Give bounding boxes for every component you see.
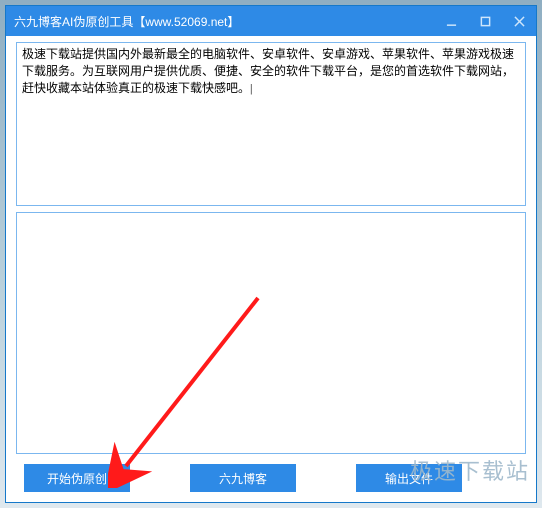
titlebar: 六九博客AI伪原创工具【www.52069.net】 [6, 6, 536, 36]
window-body: 开始伪原创 六九博客 输出文件 [6, 36, 536, 502]
maximize-icon [480, 16, 491, 27]
app-window: 六九博客AI伪原创工具【www.52069.net】 开始伪原创 六九博客 输出… [5, 5, 537, 503]
start-button[interactable]: 开始伪原创 [24, 464, 130, 492]
window-title: 六九博客AI伪原创工具【www.52069.net】 [14, 13, 239, 30]
export-button[interactable]: 输出文件 [356, 464, 462, 492]
button-row: 开始伪原创 六九博客 输出文件 [16, 460, 526, 494]
input-textarea[interactable] [16, 42, 526, 206]
output-textarea[interactable] [16, 212, 526, 454]
minimize-button[interactable] [434, 6, 468, 36]
close-icon [514, 16, 525, 27]
maximize-button[interactable] [468, 6, 502, 36]
blog-button[interactable]: 六九博客 [190, 464, 296, 492]
close-button[interactable] [502, 6, 536, 36]
minimize-icon [446, 16, 457, 27]
window-controls [434, 6, 536, 36]
